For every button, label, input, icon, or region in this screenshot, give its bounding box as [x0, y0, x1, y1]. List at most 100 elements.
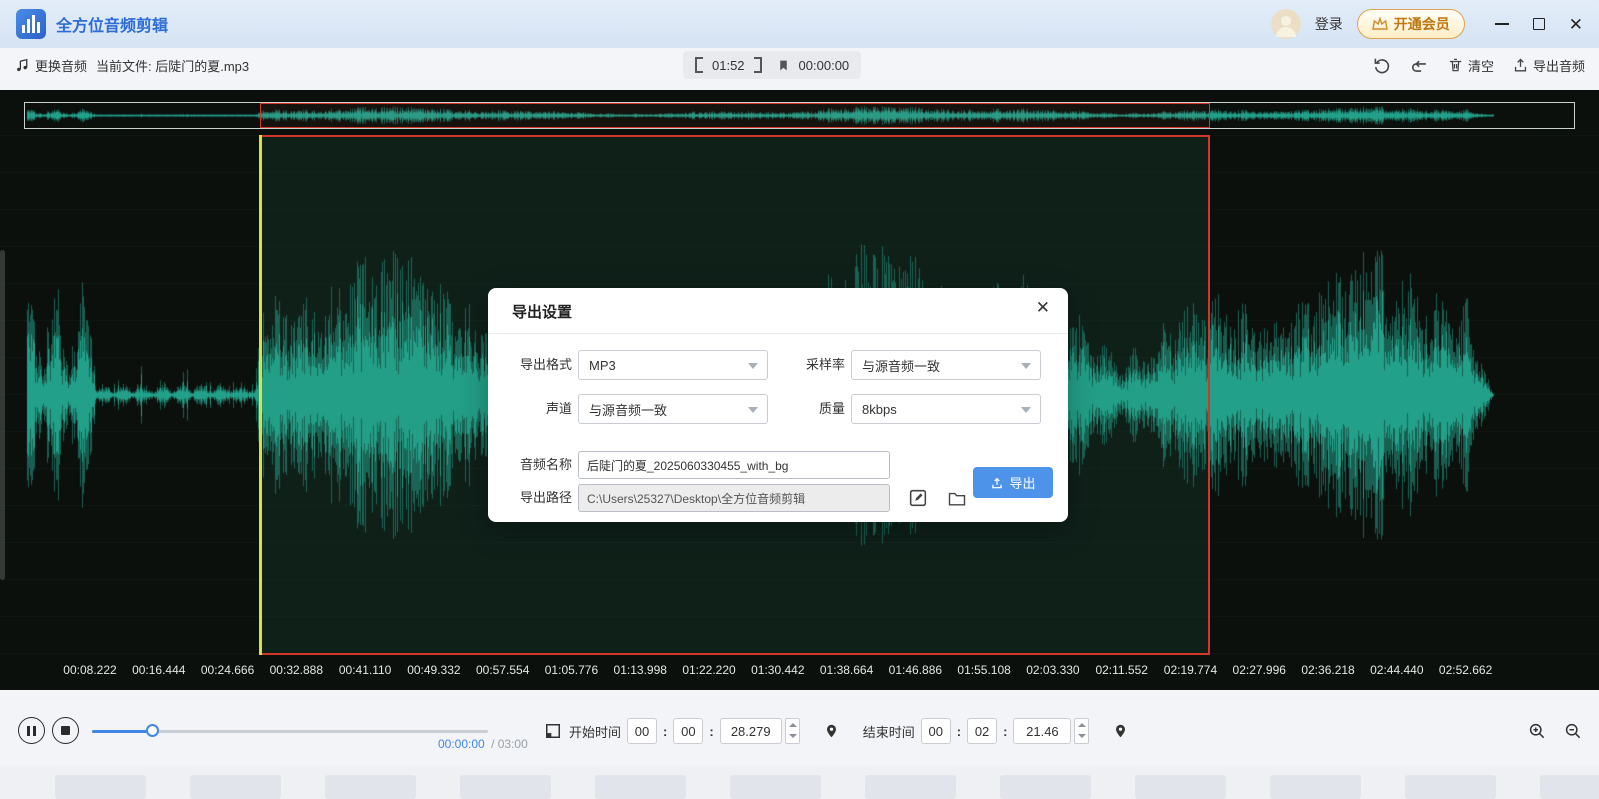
time-axis: 00:08.22200:16.44400:24.66600:32.88800:4… — [0, 663, 1599, 679]
start-time-label: 开始时间 — [569, 722, 621, 741]
export-path-input[interactable] — [578, 484, 890, 512]
clear-label: 清空 — [1468, 56, 1494, 75]
change-audio-button[interactable]: 更换音频 — [14, 56, 87, 75]
bookmark-icon[interactable] — [777, 58, 790, 73]
playhead-line[interactable] — [259, 135, 262, 655]
progress-slider[interactable] — [92, 724, 488, 738]
open-folder-button[interactable] — [944, 486, 970, 512]
start-seconds-stepper[interactable] — [785, 718, 800, 744]
clear-button[interactable]: 清空 — [1447, 56, 1494, 75]
preset-item[interactable] — [1405, 775, 1496, 799]
preset-item[interactable] — [460, 775, 551, 799]
time-label: 02:03.330 — [1026, 663, 1079, 677]
start-hours-field[interactable]: 00 — [627, 718, 657, 744]
export-path-label: 导出路径 — [488, 484, 572, 512]
quality-dropdown[interactable]: 8kbps — [851, 394, 1041, 424]
preset-item[interactable] — [1135, 775, 1226, 799]
pause-button[interactable] — [18, 717, 45, 744]
end-hours-field[interactable]: 00 — [921, 718, 951, 744]
time-label: 02:36.218 — [1301, 663, 1354, 677]
preset-strip — [0, 765, 1599, 799]
title-bar: 全方位音频剪辑 登录 开通会员 ✕ — [0, 0, 1599, 48]
total-time: / 03:00 — [491, 737, 528, 751]
end-seconds-stepper[interactable] — [1074, 718, 1089, 744]
toolbar: 更换音频 当前文件: 后陡门的夏.mp3 01:52 00:00:00 — [0, 48, 1599, 82]
dialog-divider — [488, 333, 1068, 334]
preset-item[interactable] — [55, 775, 146, 799]
time-label: 00:32.888 — [270, 663, 323, 677]
preset-item[interactable] — [325, 775, 416, 799]
channel-dropdown[interactable]: 与源音频一致 — [578, 394, 768, 424]
redo-button[interactable] — [1410, 56, 1429, 75]
end-seconds-field[interactable]: 21.46 — [1013, 718, 1071, 744]
format-dropdown[interactable]: MP3 — [578, 350, 768, 380]
export-audio-label: 导出音频 — [1533, 56, 1585, 75]
audio-name-label: 音频名称 — [488, 451, 572, 479]
time-label: 00:16.444 — [132, 663, 185, 677]
zoom-in-icon[interactable] — [1527, 721, 1547, 741]
step-up-icon[interactable] — [1075, 719, 1088, 731]
stop-icon — [61, 726, 70, 735]
samplerate-dropdown[interactable]: 与源音频一致 — [851, 350, 1041, 380]
slider-fill — [92, 730, 152, 733]
preset-item[interactable] — [730, 775, 821, 799]
slider-handle[interactable] — [146, 724, 159, 737]
close-button[interactable]: ✕ — [1569, 16, 1583, 33]
vertical-scrollbar[interactable] — [0, 250, 5, 580]
end-minutes-field[interactable]: 02 — [967, 718, 997, 744]
preset-item[interactable] — [1540, 775, 1599, 799]
minimize-button[interactable] — [1495, 23, 1509, 25]
quality-value: 8kbps — [862, 402, 897, 417]
set-end-pin-icon[interactable] — [1113, 722, 1128, 740]
bracket-right-icon — [754, 57, 762, 73]
vip-button[interactable]: 开通会员 — [1357, 9, 1465, 39]
export-button[interactable]: 导出 — [973, 467, 1053, 498]
export-button-label: 导出 — [1009, 473, 1035, 492]
step-down-icon[interactable] — [786, 731, 799, 743]
stop-button[interactable] — [52, 717, 79, 744]
preset-item[interactable] — [190, 775, 281, 799]
transport-bar: 00:00:00 / 03:00 开始时间 00 : 00 : 28.279 结… — [0, 700, 1599, 762]
export-icon — [1512, 57, 1529, 74]
app-window: 全方位音频剪辑 登录 开通会员 ✕ — [0, 0, 1599, 799]
time-readout: 00:00:00 / 03:00 — [438, 737, 528, 751]
time-label: 01:55.108 — [957, 663, 1010, 677]
redo-icon — [1410, 56, 1429, 75]
selection-duration: 01:52 — [712, 58, 745, 73]
zoom-out-icon[interactable] — [1563, 721, 1583, 741]
start-seconds-field[interactable]: 28.279 — [720, 718, 782, 744]
dialog-title: 导出设置 — [512, 301, 572, 322]
rename-button[interactable] — [905, 485, 931, 511]
minimize-icon — [1495, 23, 1509, 25]
overview-strip[interactable] — [24, 102, 1575, 129]
preset-item[interactable] — [1270, 775, 1361, 799]
time-label: 00:08.222 — [63, 663, 116, 677]
export-audio-button[interactable]: 导出音频 — [1512, 56, 1585, 75]
pause-icon — [27, 726, 36, 736]
preset-item[interactable] — [865, 775, 956, 799]
end-time-label: 结束时间 — [863, 722, 915, 741]
bracket-left-icon — [695, 57, 703, 73]
step-up-icon[interactable] — [786, 719, 799, 731]
undo-button[interactable] — [1373, 56, 1392, 75]
maximize-button[interactable] — [1533, 18, 1545, 30]
time-label: 02:44.440 — [1370, 663, 1423, 677]
music-note-icon — [14, 57, 31, 74]
colon-separator: : — [957, 724, 961, 739]
dialog-close-icon[interactable]: ✕ — [1036, 299, 1050, 316]
step-down-icon[interactable] — [1075, 731, 1088, 743]
channel-label: 声道 — [488, 394, 572, 424]
start-minutes-field[interactable]: 00 — [673, 718, 703, 744]
avatar[interactable] — [1271, 9, 1301, 39]
preset-item[interactable] — [1000, 775, 1091, 799]
audio-name-input[interactable] — [578, 451, 890, 479]
time-label: 00:41.110 — [339, 663, 392, 677]
selection-info-group: 01:52 00:00:00 — [683, 51, 861, 79]
upload-icon — [990, 476, 1004, 490]
set-start-pin-icon[interactable] — [824, 722, 839, 740]
overview-selection[interactable] — [260, 103, 1210, 128]
login-button[interactable]: 登录 — [1315, 14, 1343, 34]
trim-icon[interactable] — [543, 721, 563, 741]
preset-item[interactable] — [595, 775, 686, 799]
time-label: 01:22.220 — [682, 663, 735, 677]
